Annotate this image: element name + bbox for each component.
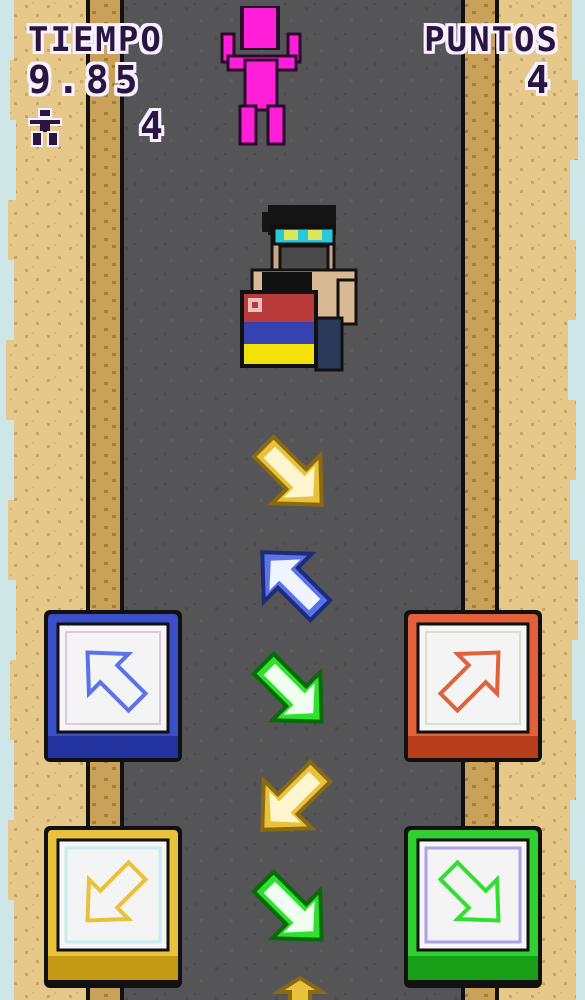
time-label: TIEMPO [28, 20, 163, 60]
pad-down-left-button[interactable] [44, 826, 182, 988]
pad-down-right-button[interactable] [404, 826, 542, 988]
score-label: PUNTOS [424, 20, 559, 60]
lives-value: 4 [140, 104, 165, 148]
flag-yellow-stripe [244, 344, 314, 364]
score-value: 4 [526, 58, 551, 102]
game-scene: TIEMPO 9.85 4 PUNTOS 4 [0, 0, 585, 1000]
player-icon [28, 108, 62, 147]
pad-up-right-button[interactable] [404, 610, 542, 762]
time-value: 9.85 [28, 58, 144, 102]
pad-up-left-button[interactable] [44, 610, 182, 762]
game-background [0, 0, 585, 1000]
flag-blue-stripe [244, 322, 314, 344]
